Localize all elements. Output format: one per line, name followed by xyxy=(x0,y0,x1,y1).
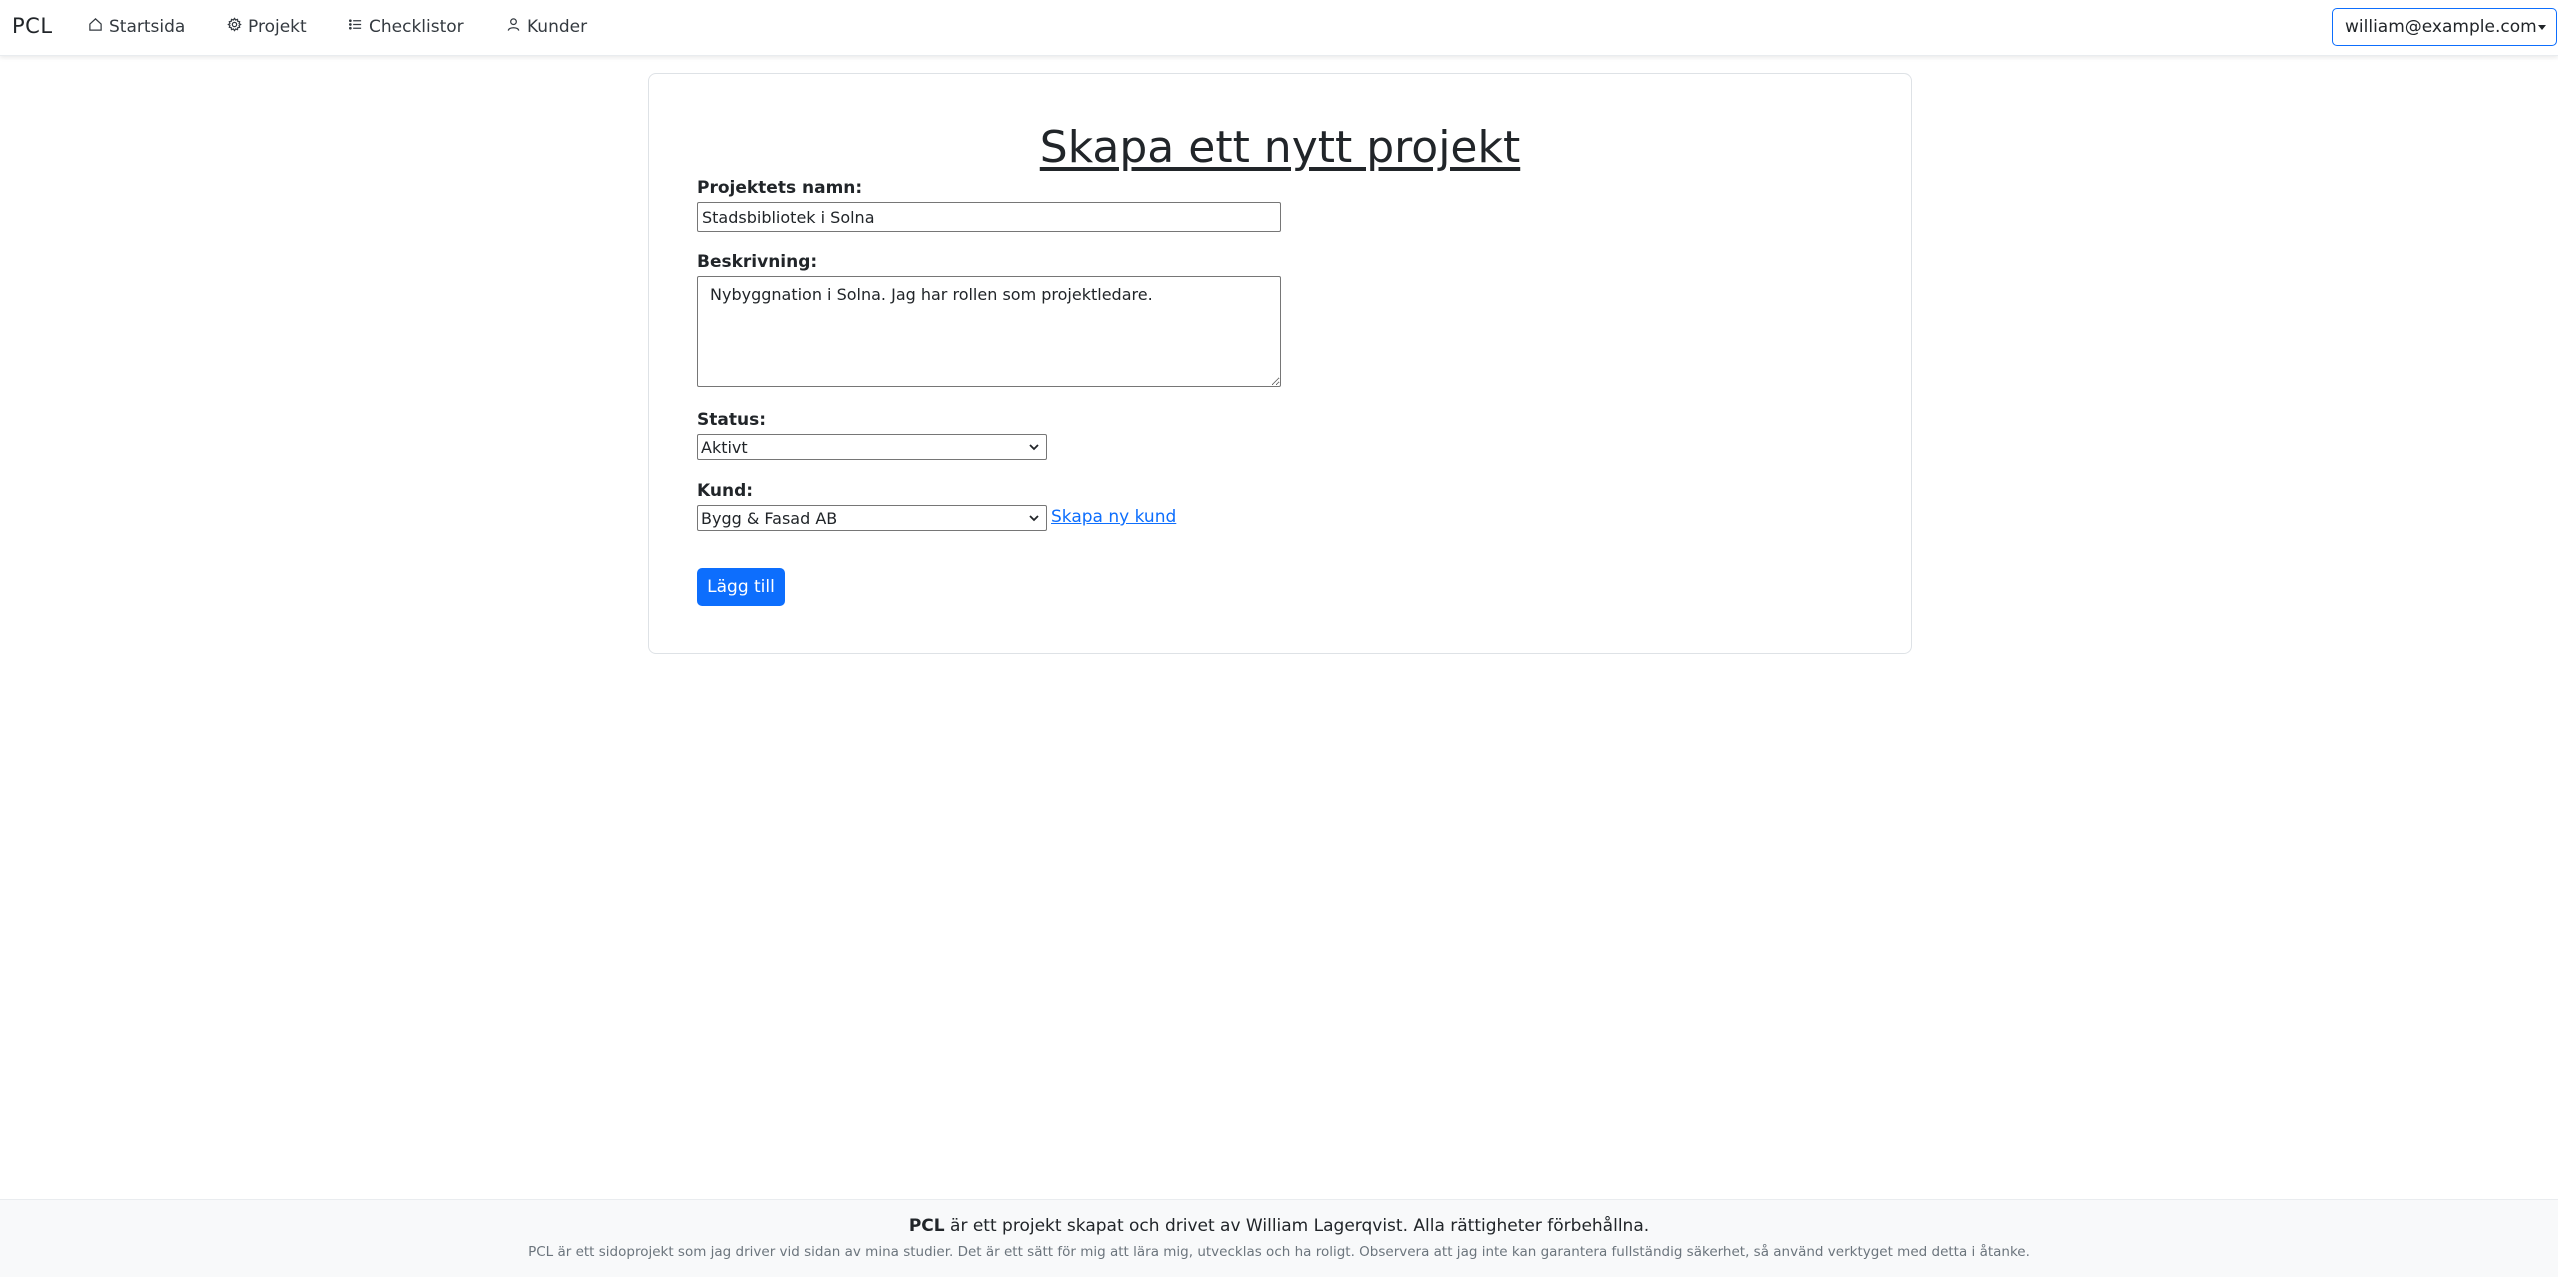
add-project-button[interactable]: Lägg till xyxy=(697,568,785,606)
user-email: william@example.com xyxy=(2345,17,2537,37)
nav-item-label: Projekt xyxy=(248,17,307,37)
brand-logo[interactable]: PCL xyxy=(12,14,53,38)
description-textarea[interactable]: Nybyggnation i Solna. Jag har rollen som… xyxy=(697,276,1281,387)
project-name-label: Projektets namn: xyxy=(697,178,863,198)
nav-item-projekt[interactable]: Projekt xyxy=(227,17,307,37)
person-icon xyxy=(506,17,521,37)
page-title: Skapa ett nytt projekt xyxy=(1039,122,1521,173)
nav-item-startsida[interactable]: Startsida xyxy=(88,17,185,37)
house-icon xyxy=(88,17,103,37)
footer-copyright-text: är ett projekt skapat och drivet av Will… xyxy=(944,1216,1650,1236)
customer-select[interactable]: Bygg & Fasad AB xyxy=(697,505,1047,531)
status-label: Status: xyxy=(697,410,766,430)
footer-brand: PCL xyxy=(908,1216,945,1236)
gear-icon xyxy=(227,17,242,37)
caret-down-icon xyxy=(2538,24,2546,30)
nav-item-label: Startsida xyxy=(109,17,186,37)
top-navbar: PCL Startsida Projekt Checklistor Kunder… xyxy=(0,0,2558,56)
page-footer: PCL är ett projekt skapat och drivet av … xyxy=(0,1199,2558,1277)
status-selected-value: Aktivt xyxy=(701,437,748,457)
nav-item-checklistor[interactable]: Checklistor xyxy=(348,17,464,37)
chevron-down-icon xyxy=(1028,512,1040,524)
list-icon xyxy=(348,17,363,37)
nav-item-label: Kunder xyxy=(527,17,588,37)
footer-disclaimer: PCL är ett sidoprojekt som jag driver vi… xyxy=(528,1244,2030,1260)
customer-label: Kund: xyxy=(697,481,754,501)
status-select[interactable]: Aktivt xyxy=(697,434,1047,460)
footer-copyright: PCL är ett projekt skapat och drivet av … xyxy=(0,1216,2558,1236)
description-label: Beskrivning: xyxy=(697,252,818,272)
project-name-input[interactable] xyxy=(697,202,1281,232)
create-customer-link[interactable]: Skapa ny kund xyxy=(1051,507,1176,527)
chevron-down-icon xyxy=(1028,441,1040,453)
nav-item-label: Checklistor xyxy=(369,17,464,37)
customer-selected-value: Bygg & Fasad AB xyxy=(701,508,838,528)
create-project-card: Skapa ett nytt projekt Projektets namn: … xyxy=(648,73,1912,654)
user-menu-dropdown[interactable]: william@example.com xyxy=(2332,8,2557,46)
nav-item-kunder[interactable]: Kunder xyxy=(506,17,587,37)
